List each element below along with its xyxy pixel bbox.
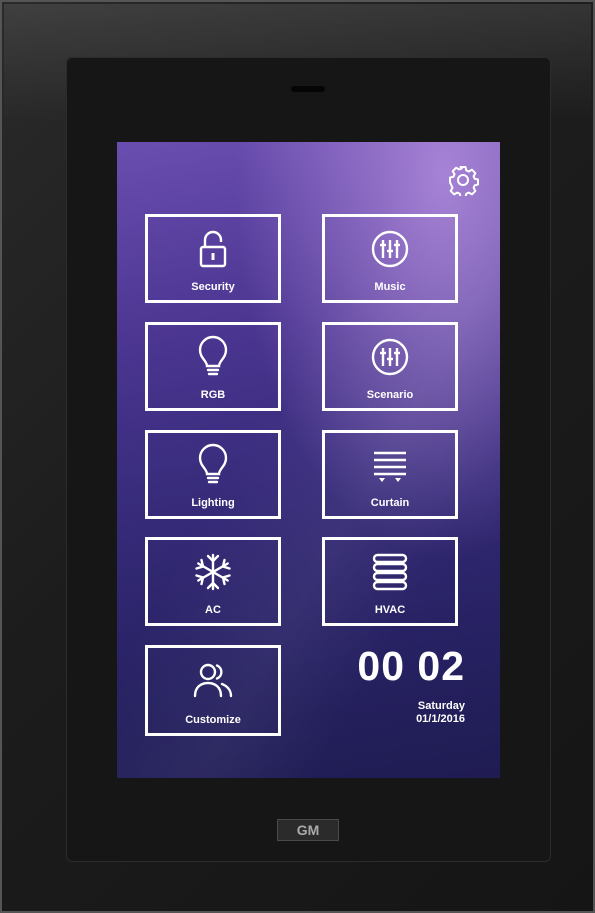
customize-tile[interactable]: Customize [145, 645, 281, 736]
curtain-tile[interactable]: Curtain [322, 430, 458, 519]
equalizer-icon [371, 338, 409, 376]
curtain-icon [374, 451, 406, 482]
snowflake-icon [195, 553, 231, 591]
hvac-label: HVAC [374, 604, 406, 616]
security-label: Security [191, 281, 235, 293]
rgb-label: RGB [200, 389, 226, 401]
ac-label: AC [205, 604, 221, 616]
security-tile[interactable]: Security [145, 214, 281, 303]
ac-tile[interactable]: AC [145, 537, 281, 626]
hvac-icon [372, 553, 408, 591]
customize-label: Customize [185, 714, 241, 726]
touch-panel-device: Security Music RGB Scenario Lighting Cur… [0, 0, 595, 913]
clock-date: 01/1/2016 [416, 713, 465, 725]
bulb-icon [198, 335, 228, 376]
lighting-label: Lighting [191, 497, 235, 509]
touch-screen: Security Music RGB Scenario Lighting Cur… [117, 142, 500, 778]
music-label: Music [374, 281, 406, 293]
hvac-tile[interactable]: HVAC [322, 537, 458, 626]
proximity-sensor [291, 86, 325, 92]
clock-day: Saturday [417, 700, 465, 712]
clock-time: 00 02 [357, 643, 465, 689]
lock-icon [199, 230, 227, 268]
music-tile[interactable]: Music [322, 214, 458, 303]
lighting-tile[interactable]: Lighting [145, 430, 281, 519]
equalizer-icon [371, 230, 409, 268]
bulb-icon [198, 443, 228, 484]
users-icon [193, 663, 233, 698]
scenario-label: Scenario [366, 389, 414, 401]
scenario-tile[interactable]: Scenario [322, 322, 458, 411]
brand-logo: GM [277, 819, 339, 841]
rgb-tile[interactable]: RGB [145, 322, 281, 411]
gear-icon[interactable] [447, 164, 479, 196]
curtain-label: Curtain [370, 497, 410, 509]
